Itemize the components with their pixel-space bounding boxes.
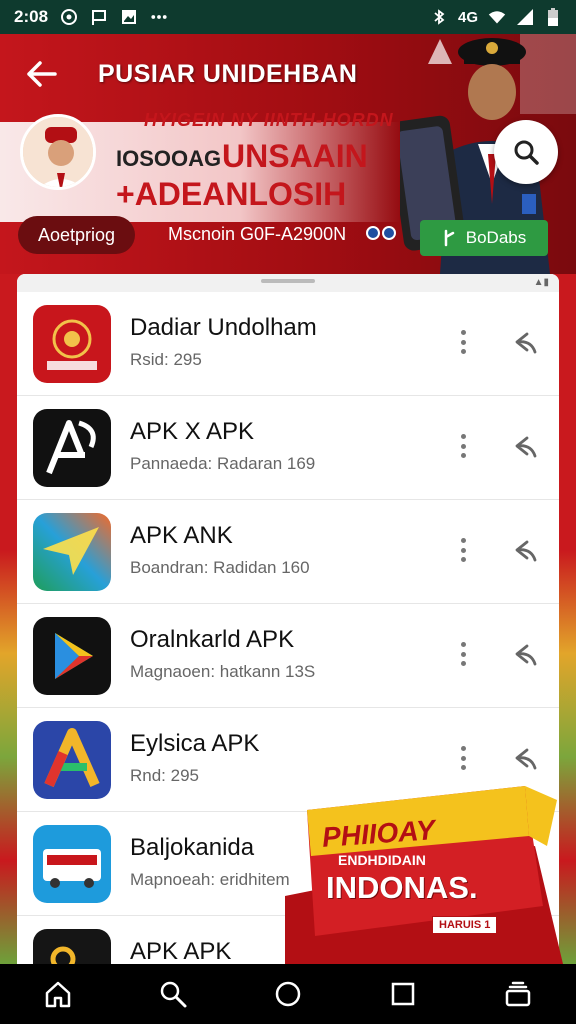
- subtitle-line1: HYIGEIN NY IINTH-HORDN: [144, 110, 394, 130]
- app-name: Oralnkarld APK: [130, 626, 295, 653]
- action-button[interactable]: BoDabs: [420, 220, 548, 256]
- app-name: Dadiar Undolham: [130, 314, 317, 341]
- promo-line3: INDONAS.: [326, 870, 478, 905]
- more-vert-icon[interactable]: [457, 434, 469, 458]
- battery-icon: [544, 8, 562, 26]
- back-button[interactable]: [24, 56, 60, 92]
- app-name: Eylsica APK: [130, 730, 260, 757]
- subtitle-line3: +ADEANLOSIH: [116, 176, 347, 212]
- avatar: [20, 114, 96, 190]
- panel-top-bar: ▲▮: [17, 274, 559, 292]
- flag-icon: [90, 8, 108, 26]
- home-icon: [45, 981, 70, 1008]
- app-name: APK X APK: [130, 418, 255, 445]
- app-meta: Rnd: 295: [130, 766, 199, 785]
- app-meta: Magnaoen: hatkann 13S: [130, 662, 316, 681]
- share-icon[interactable]: [513, 538, 539, 564]
- more-vert-icon[interactable]: [457, 746, 469, 770]
- status-bar: 2:08 4G: [0, 0, 576, 34]
- apk-arrow-icon: [33, 512, 111, 591]
- recents-button[interactable]: [383, 974, 423, 1014]
- list-item[interactable]: Oralnkarld APK Magnaoen: hatkann 13S: [17, 604, 559, 708]
- whatsapp-icon: [60, 8, 78, 26]
- arrow-left-icon: [27, 61, 57, 87]
- status-time: 2:08: [14, 7, 49, 26]
- more-icon: [150, 8, 168, 26]
- wifi-icon: [488, 8, 506, 26]
- info-label: Mscnoin G0F-A2900N: [168, 224, 347, 244]
- image-icon: [120, 8, 138, 26]
- app-name: APK ANK: [130, 522, 233, 549]
- share-icon[interactable]: [513, 434, 539, 460]
- subtitle-line2a: IOSOOAG: [116, 146, 222, 171]
- panel-signal-icon: ▲▮: [533, 277, 549, 288]
- more-vert-icon[interactable]: [457, 330, 469, 354]
- home-button[interactable]: [38, 974, 78, 1014]
- signal-icon: [516, 8, 534, 26]
- more-vert-icon[interactable]: [457, 642, 469, 666]
- apk-x-icon: [33, 408, 111, 487]
- stacked-windows-icon: [506, 981, 531, 1007]
- app-name: Baljokanida: [130, 834, 255, 861]
- share-icon[interactable]: [513, 746, 539, 772]
- app-name: APK APK: [130, 938, 232, 964]
- signal-text: 4G: [457, 8, 478, 26]
- list-item[interactable]: APK ANK Boandran: Radidan 160: [17, 500, 559, 604]
- share-icon[interactable]: [513, 642, 539, 668]
- more-vert-icon[interactable]: [457, 538, 469, 562]
- bus-app-icon: [33, 824, 111, 903]
- subtitle-line2b: UNSAAIN: [222, 138, 368, 174]
- square-icon: [391, 982, 415, 1006]
- header-banner: PUSIAR UNIDEHBAN HYIGEIN NY IINTH-HORDN …: [0, 34, 576, 274]
- list-item[interactable]: APK X APK Pannaeda: Radaran 169: [17, 396, 559, 500]
- navigation-bar: [0, 964, 576, 1024]
- circle-icon: [275, 981, 301, 1007]
- share-icon[interactable]: [513, 330, 539, 356]
- search-button[interactable]: [494, 120, 558, 184]
- drag-handle[interactable]: [261, 279, 315, 283]
- action-button-label: BoDabs: [465, 228, 527, 247]
- promo-line4: HARUIS 1: [432, 916, 498, 934]
- filter-chip[interactable]: Aoetpriog: [18, 216, 136, 254]
- promo-line2: ENDHDIDAIN: [338, 852, 426, 868]
- leaf-icon: [444, 229, 454, 247]
- a-letter-icon: [33, 720, 111, 799]
- coin-icons: [366, 226, 396, 240]
- search-icon: [514, 140, 539, 165]
- search-nav-button[interactable]: [153, 974, 193, 1014]
- home-circle-button[interactable]: [268, 974, 308, 1014]
- bluetooth-icon: [430, 8, 448, 26]
- page-title: PUSIAR UNIDEHBAN: [98, 60, 358, 88]
- app-meta: Mapnoeah: eridhitem: [130, 870, 290, 889]
- app-meta: Rsid: 295: [130, 350, 202, 369]
- app-meta: Pannaeda: Radaran 169: [130, 454, 316, 473]
- play-store-icon: [33, 616, 111, 695]
- menu-button[interactable]: [498, 974, 538, 1014]
- key-app-icon: [33, 928, 111, 964]
- search-icon: [160, 981, 187, 1008]
- list-item[interactable]: Dadiar Undolham Rsid: 295: [17, 292, 559, 396]
- emblem-app-icon: [33, 304, 111, 383]
- app-meta: Boandran: Radidan 160: [130, 558, 310, 577]
